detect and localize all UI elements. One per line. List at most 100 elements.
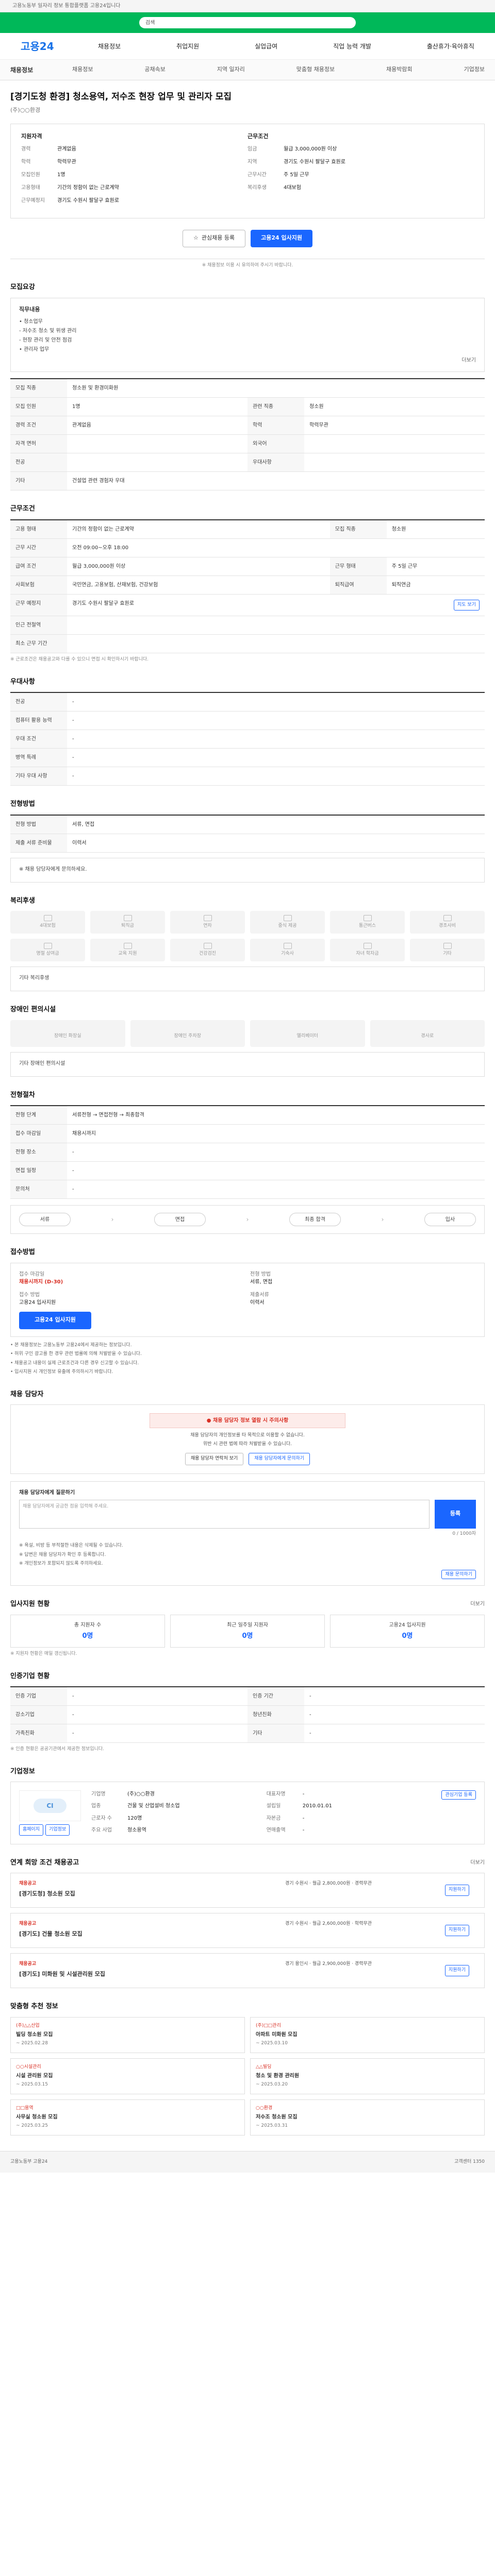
table-value (67, 634, 485, 653)
recommend-card[interactable]: □□용역 사무실 청소원 모집 ~ 2025.03.25 (10, 2099, 245, 2136)
table-key: 경력 조건 (10, 416, 67, 435)
follow-company-button[interactable]: 관심기업 등록 (441, 1790, 476, 1800)
apply-key: 전형 방법 (250, 1271, 271, 1277)
subnav-item[interactable]: 지역 일자리 (217, 65, 245, 74)
job-card-apply-button[interactable]: 지원하기 (445, 1925, 470, 1936)
section-title-company: 기업정보 (10, 1767, 35, 1775)
contact-recruiter-button[interactable]: 채용 담당자에게 문의하기 (249, 1453, 310, 1465)
homepage-button[interactable]: 홈페이지 (19, 1824, 44, 1836)
company-value: - (302, 1827, 305, 1834)
subnav-item[interactable]: 채용박람회 (386, 65, 412, 74)
inquiry-link-button[interactable]: 채용 문의하기 (441, 1569, 476, 1579)
table-value: - (67, 1687, 248, 1706)
recommend-title[interactable]: 사무실 청소원 모집 (16, 2113, 239, 2121)
inquiry-textarea[interactable]: 채용 담당자에게 궁금한 점을 입력해 주세요. (19, 1499, 430, 1529)
recommend-title[interactable]: 아파트 미화원 모집 (256, 2031, 479, 2039)
subnav-item[interactable]: 기업정보 (464, 65, 484, 74)
recommend-card[interactable]: ○○환경 저수조 청소원 모집 ~ 2025.03.31 (250, 2099, 485, 2136)
table-value: 기간의 정함이 없는 근로계약 (67, 519, 330, 539)
table-row: 인증 기업 - 인증 기간 - (10, 1687, 485, 1706)
more-link[interactable]: 더보기 (19, 357, 476, 364)
recommend-company: ○○환경 (256, 2105, 273, 2111)
recommend-company: ○○시설관리 (16, 2064, 41, 2070)
docs-table: 전형 방법 서류, 면접 제출 서류 준비물 이력서 (10, 814, 485, 853)
table-value: 청소원 (304, 397, 485, 416)
recommend-title[interactable]: 저수조 청소원 모집 (256, 2113, 479, 2121)
similar-more-link[interactable]: 더보기 (470, 1859, 485, 1867)
job-card-apply-button[interactable]: 지원하기 (445, 1885, 470, 1896)
subnav-item[interactable]: 맞춤형 채용정보 (296, 65, 335, 74)
welfare-note: 기타 복리후생 (19, 975, 50, 981)
section-title-similar-row: 연계 희망 조건 채용공고 더보기 (10, 1858, 485, 1868)
nav-item[interactable]: 직업 능력 개발 (333, 42, 371, 51)
section-title-welfare: 복리후생 (10, 896, 35, 905)
summary-key: 경력 (21, 146, 31, 152)
company-name[interactable]: (주)○○환경 (10, 106, 485, 115)
scrap-button[interactable]: ☆ 관심채용 등록 (183, 229, 246, 247)
recommend-card[interactable]: (주)□□관리 아파트 미화원 모집 ~ 2025.03.10 (250, 2016, 485, 2053)
table-value: 퇴직연금 (386, 575, 485, 595)
table-row: 전형 단계 서류전형 → 면접전형 → 최종합격 (10, 1106, 485, 1125)
table-value: 이력서 (67, 834, 485, 853)
welfare-label: 자녀 학자금 (356, 951, 379, 956)
company-info-button[interactable]: 기업정보 (45, 1824, 70, 1836)
stats-more-link[interactable]: 더보기 (470, 1600, 485, 1608)
search-input[interactable]: 검색 (139, 17, 356, 28)
job-card[interactable]: 채용공고 [경기도] 미화원 및 시설관리원 모집 경기 용인시 · 월급 2,9… (10, 1953, 485, 1988)
table-key: 접수 마감일 (10, 1124, 67, 1143)
apply-key: 접수 마감일 (19, 1271, 45, 1277)
table-key: 청년친화 (248, 1705, 304, 1724)
nav-item[interactable]: 출산휴가·육아휴직 (427, 42, 474, 51)
welfare-label: 퇴직금 (121, 923, 134, 928)
docs-note-box: ※ 채용 담당자에게 문의하세요. (10, 857, 485, 883)
section-title-similar: 연계 희망 조건 채용공고 (10, 1858, 79, 1867)
nav-item[interactable]: 실업급여 (255, 42, 277, 51)
table-key: 급여 조건 (10, 557, 67, 576)
recommend-deadline: ~ 2025.03.20 (256, 2082, 288, 2087)
welfare-label: 기숙사 (281, 951, 294, 956)
recommend-title[interactable]: 시설 관리원 모집 (16, 2072, 239, 2080)
job-card[interactable]: 채용공고 [경기도] 건물 청소원 모집 경기 수원시 · 월급 2,600,00… (10, 1913, 485, 1948)
job-card-apply-button[interactable]: 지원하기 (445, 1965, 470, 1976)
job-card-title[interactable]: [경기도] 건물 청소원 모집 (19, 1930, 280, 1939)
table-row: 전공 - (10, 692, 485, 711)
subnav-item[interactable]: 공채속보 (144, 65, 165, 74)
job-card-meta: 경기 수원시 · 월급 2,800,000원 · 경력무관 (285, 1881, 372, 1886)
map-button[interactable]: 지도 보기 (454, 599, 480, 611)
apply-submit-button[interactable]: 고용24 입사지원 (19, 1311, 91, 1329)
site-logo[interactable]: 고용24 (21, 39, 88, 54)
summary-key: 학력 (21, 159, 31, 165)
view-contact-button[interactable]: 채용 담당자 연락처 보기 (185, 1453, 244, 1465)
job-card-title[interactable]: [경기도청] 청소원 모집 (19, 1890, 280, 1899)
apply-button[interactable]: 고용24 입사지원 (251, 229, 312, 247)
job-card[interactable]: 채용공고 [경기도청] 청소원 모집 경기 수원시 · 월급 2,800,000원… (10, 1873, 485, 1908)
recommend-card[interactable]: △△빌딩 청소 및 환경 관리원 ~ 2025.03.20 (250, 2058, 485, 2094)
recommend-card[interactable]: ○○시설관리 시설 관리원 모집 ~ 2025.03.15 (10, 2058, 245, 2094)
summary-key: 고용형태 (21, 184, 40, 191)
inquiry-submit-button[interactable]: 등록 (435, 1499, 476, 1529)
nav-item[interactable]: 채용정보 (98, 42, 121, 51)
job-card-title[interactable]: [경기도] 미화원 및 시설관리원 모집 (19, 1970, 280, 1979)
welfare-item: 4대보험 (10, 911, 85, 934)
duty-line: - 현장 관리 및 안전 점검 (19, 337, 72, 343)
table-key: 학력 (248, 416, 304, 435)
recommend-title[interactable]: 청소 및 환경 관리원 (256, 2072, 479, 2080)
table-row: 모집 인원 1명 관련 직종 청소원 (10, 397, 485, 416)
subnav-item[interactable]: 채용정보 (72, 65, 93, 74)
table-value: - (67, 692, 485, 711)
welfare-icon (203, 942, 212, 949)
recommend-title[interactable]: 빌딩 청소원 모집 (16, 2031, 239, 2039)
table-key: 퇴직급여 (329, 575, 387, 595)
welfare-item: 기숙사 (250, 939, 325, 961)
recommend-card[interactable]: (주)△△산업 빌딩 청소원 모집 ~ 2025.02.28 (10, 2016, 245, 2053)
table-key: 근무 시간 (10, 538, 67, 557)
table-row: 최소 근무 기간 (10, 634, 485, 653)
section-title-work: 근무조건 (10, 505, 35, 513)
table-key: 우대사항 (248, 453, 304, 472)
company-key: 주요 사업 (91, 1827, 112, 1834)
nav-item[interactable]: 취업지원 (176, 42, 199, 51)
section-title-requirement: 우대사항 (10, 677, 35, 686)
table-row: 병역 특례 - (10, 748, 485, 767)
recommend-deadline: ~ 2025.03.10 (256, 2041, 288, 2046)
company-key: 연매출액 (266, 1827, 286, 1834)
